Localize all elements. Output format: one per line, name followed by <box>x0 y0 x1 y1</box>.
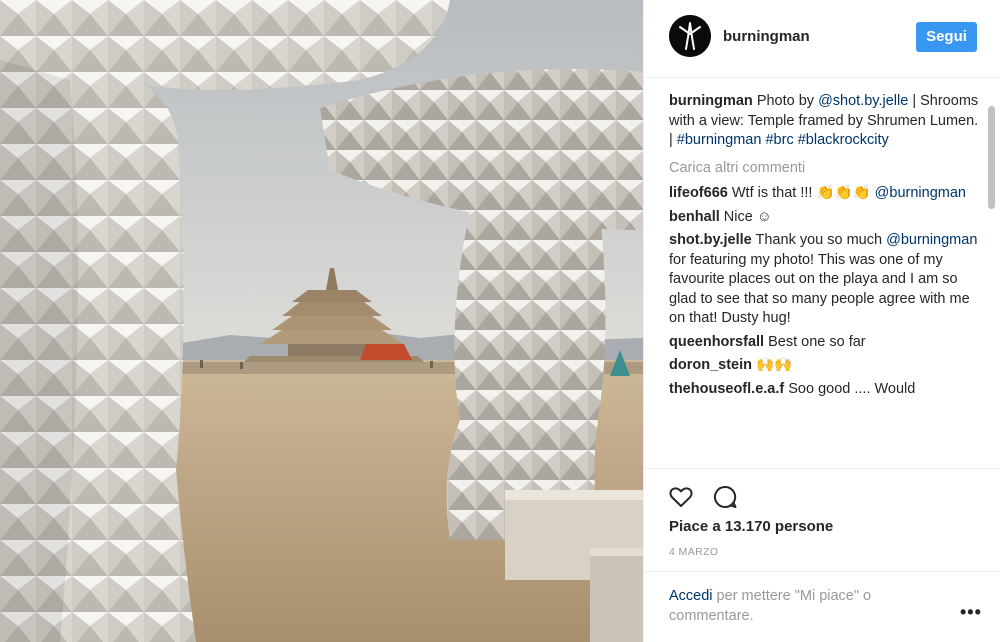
caption-mention[interactable]: @shot.by.jelle <box>818 93 908 109</box>
avatar[interactable] <box>669 15 711 57</box>
comment-username[interactable]: queenhorsfall <box>669 334 764 350</box>
post-author-username[interactable]: burningman <box>723 28 810 45</box>
comment-text-cont: for featuring my photo! This was one of … <box>669 251 970 327</box>
comment-username[interactable]: thehouseofl.e.a.f <box>669 381 784 397</box>
heart-icon[interactable] <box>667 483 695 511</box>
comment-item: benhall Nice ☺ <box>669 208 981 228</box>
comment-username[interactable]: shot.by.jelle <box>669 232 752 248</box>
comment-text: 🙌🙌 <box>756 357 793 373</box>
photo-artwork <box>0 0 643 642</box>
follow-button[interactable]: Segui <box>916 22 977 52</box>
post-actions: Piace a 13.170 persone 4 MARZO Accedi pe… <box>644 468 1000 642</box>
comment-icon[interactable] <box>711 483 739 511</box>
login-prompt-text: Accedi per mettere "Mi piace" o commenta… <box>669 586 939 626</box>
caption-text-1: Photo by <box>756 93 819 109</box>
comment-username[interactable]: doron_stein <box>669 357 752 373</box>
comment-item: queenhorsfall Best one so far <box>669 333 981 353</box>
caption-username[interactable]: burningman <box>669 93 753 109</box>
comment-mention[interactable]: @burningman <box>886 232 977 248</box>
post-photo <box>0 0 643 642</box>
comment-username[interactable]: lifeof666 <box>669 185 728 201</box>
comment-text: Best one so far <box>768 333 866 350</box>
post-side-panel: burningman Segui burningman Photo by @sh… <box>643 0 1000 642</box>
load-more-comments-button[interactable]: Carica altri commenti <box>669 159 981 179</box>
comment-text: Nice ☺ <box>723 208 772 225</box>
comment-item: lifeof666 Wtf is that !!! 👏👏👏 @burningma… <box>669 184 981 204</box>
comment-text: Thank you so much <box>755 232 887 248</box>
burningman-logo-icon <box>669 15 711 57</box>
more-options-icon[interactable]: ••• <box>960 602 982 623</box>
comment-username[interactable]: benhall <box>669 209 720 225</box>
likes-count[interactable]: Piace a 13.170 persone <box>669 518 833 535</box>
login-prompt: Accedi per mettere "Mi piace" o commenta… <box>644 571 1000 642</box>
post-header: burningman Segui <box>644 0 1000 78</box>
comment-mention[interactable]: @burningman <box>875 185 966 201</box>
comment-item: shot.by.jelle Thank you so much @burning… <box>669 231 981 329</box>
comments-list[interactable]: burningman Photo by @shot.by.jelle | Shr… <box>669 92 981 468</box>
comment-text: Wtf is that !!! 👏👏👏 <box>731 185 871 201</box>
comment-item: doron_stein 🙌🙌 <box>669 356 981 376</box>
hashtag-blackrockcity[interactable]: #blackrockcity <box>798 132 889 148</box>
comment-item: thehouseofl.e.a.f Soo good .... Would <box>669 380 981 400</box>
caption: burningman Photo by @shot.by.jelle | Shr… <box>669 92 981 151</box>
hashtag-burningman[interactable]: #burningman <box>677 132 762 148</box>
login-link[interactable]: Accedi <box>669 588 713 604</box>
comment-text: Soo good .... Would <box>788 380 916 397</box>
comments-scrollbar[interactable] <box>988 106 995 209</box>
post-date: 4 MARZO <box>669 546 719 558</box>
hashtag-brc[interactable]: #brc <box>765 132 793 148</box>
